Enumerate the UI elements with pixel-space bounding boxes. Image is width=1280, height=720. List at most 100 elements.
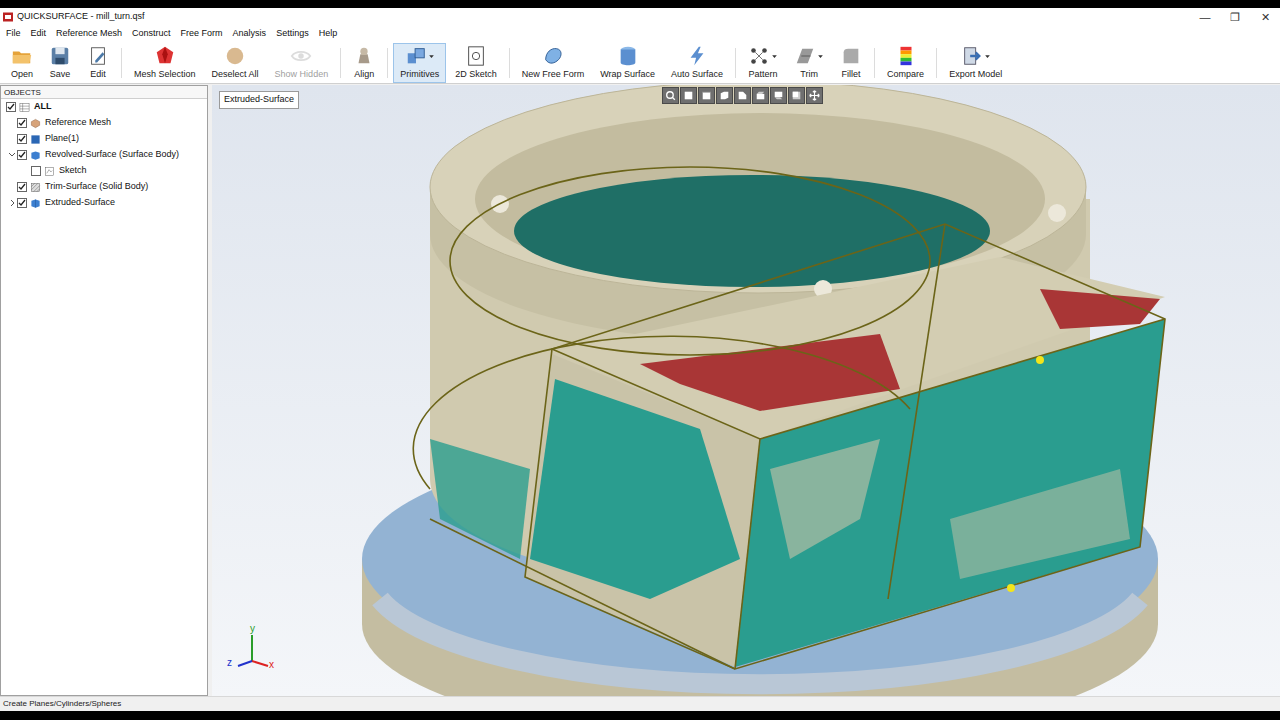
model-view[interactable]	[212, 85, 1280, 696]
toolbar-icon	[465, 45, 487, 67]
toolbar-button[interactable]: Compare	[880, 43, 931, 83]
checkbox[interactable]	[17, 198, 27, 208]
menu-item[interactable]: Reference Mesh	[56, 27, 122, 41]
tree-item[interactable]: Trim-Surface (Solid Body)	[1, 179, 207, 195]
tree-item[interactable]: Extruded-Surface	[1, 195, 207, 211]
toolbar-icon	[617, 45, 639, 67]
expander[interactable]	[7, 118, 17, 128]
status-text: Create Planes/Cylinders/Spheres	[3, 698, 121, 710]
tree-label: Sketch	[59, 164, 87, 178]
toolbar-icon	[794, 45, 816, 67]
toolbar-label: Open	[11, 69, 33, 80]
toolbar-label: 2D Sketch	[455, 69, 497, 80]
toolbar-icon	[961, 45, 983, 67]
toolbar-button[interactable]: Auto Surface	[664, 43, 730, 83]
window-control-button[interactable]: ✕	[1250, 8, 1280, 26]
axis-label: z	[227, 657, 232, 668]
toolbar-label: Pattern	[749, 69, 778, 80]
tree-label: Plane(1)	[45, 132, 79, 146]
toolbar-button[interactable]: New Free Form	[515, 43, 592, 83]
expander[interactable]	[7, 182, 17, 192]
checkbox[interactable]	[31, 166, 41, 176]
view-orientation-icon	[772, 89, 785, 102]
toolbar-label: New Free Form	[522, 69, 585, 80]
tree-item[interactable]: Sketch	[1, 163, 207, 179]
menu-bar: File Edit Reference Mesh Construct Free Form…	[0, 26, 1280, 42]
view-button[interactable]	[680, 87, 697, 104]
object-icon	[44, 166, 55, 177]
tree-item[interactable]: Revolved-Surface (Surface Body)	[1, 147, 207, 163]
axis-label: y	[250, 623, 255, 634]
object-icon	[30, 134, 41, 145]
letterbox-bottom	[0, 711, 1280, 720]
toolbar-button[interactable]: Wrap Surface	[593, 43, 662, 83]
toolbar-separator	[874, 48, 875, 78]
menu-item[interactable]: Settings	[276, 27, 309, 41]
expander[interactable]	[7, 134, 17, 144]
toolbar-icon	[49, 45, 71, 67]
toolbar-label: Trim	[800, 69, 818, 80]
menu-item[interactable]: Construct	[132, 27, 171, 41]
toolbar-separator	[340, 48, 341, 78]
object-icon	[30, 150, 41, 161]
toolbar-label: Save	[50, 69, 71, 80]
tree-item[interactable]: Plane(1)	[1, 131, 207, 147]
toolbar-label: Fillet	[842, 69, 861, 80]
toolbar-button[interactable]: Edit	[80, 43, 116, 83]
toolbar-button[interactable]: Primitives	[393, 43, 446, 83]
checkbox[interactable]	[17, 118, 27, 128]
3d-viewport[interactable]: yzxExtruded-Surface	[212, 85, 1280, 696]
tree-item[interactable]: Reference Mesh	[1, 115, 207, 131]
toolbar-button[interactable]: Export Model	[942, 43, 1009, 83]
toolbar-label: Wrap Surface	[600, 69, 655, 80]
checkbox[interactable]	[17, 182, 27, 192]
toolbar-label: Deselect All	[212, 69, 259, 80]
toolbar-button[interactable]: Show Hidden	[268, 43, 336, 83]
view-orientation-icon	[736, 89, 749, 102]
view-button[interactable]	[716, 87, 733, 104]
toolbar-separator	[387, 48, 388, 78]
toolbar-button[interactable]: Fillet	[833, 43, 869, 83]
view-button[interactable]	[698, 87, 715, 104]
object-icon	[30, 118, 41, 129]
dropdown-arrow-icon	[428, 53, 435, 60]
toolbar-button[interactable]: Save	[42, 43, 78, 83]
toolbar-icon	[290, 45, 312, 67]
tree-item[interactable]: ALL	[1, 99, 207, 115]
toolbar-separator	[735, 48, 736, 78]
toolbar-button[interactable]: Trim	[787, 43, 831, 83]
toolbar-button[interactable]: Deselect All	[205, 43, 266, 83]
view-button[interactable]	[788, 87, 805, 104]
toolbar-label: Edit	[90, 69, 106, 80]
view-button[interactable]	[662, 87, 679, 104]
expander[interactable]	[7, 150, 17, 160]
toolbar-button[interactable]: Mesh Selection	[127, 43, 203, 83]
checkbox[interactable]	[6, 102, 16, 112]
menu-item[interactable]: Help	[319, 27, 338, 41]
view-orientation-icon	[682, 89, 695, 102]
view-button[interactable]	[770, 87, 787, 104]
view-button[interactable]	[734, 87, 751, 104]
view-button[interactable]	[806, 87, 823, 104]
expander[interactable]	[7, 198, 17, 208]
menu-item[interactable]: Analysis	[233, 27, 267, 41]
checkbox[interactable]	[17, 150, 27, 160]
toolbar-button[interactable]: Open	[4, 43, 40, 83]
toolbar-icon	[405, 45, 427, 67]
object-icon	[30, 198, 41, 209]
menu-item[interactable]: File	[6, 27, 21, 41]
view-button[interactable]	[752, 87, 769, 104]
window-control-button[interactable]: —	[1190, 8, 1220, 26]
toolbar-button[interactable]: Align	[346, 43, 382, 83]
toolbar-button[interactable]: 2D Sketch	[448, 43, 504, 83]
menu-item[interactable]: Edit	[31, 27, 47, 41]
toolbar-label: Compare	[887, 69, 924, 80]
menu-item[interactable]: Free Form	[181, 27, 223, 41]
app-logo-icon	[2, 11, 14, 23]
window-control-button[interactable]: ❐	[1220, 8, 1250, 26]
window-title: QUICKSURFACE - mill_turn.qsf	[17, 10, 145, 24]
toolbar-button[interactable]: Pattern	[741, 43, 785, 83]
dropdown-arrow-icon	[984, 53, 991, 60]
toolbar: Open Save Edit Mesh Selection Deselect All Sh…	[0, 42, 1280, 84]
checkbox[interactable]	[17, 134, 27, 144]
